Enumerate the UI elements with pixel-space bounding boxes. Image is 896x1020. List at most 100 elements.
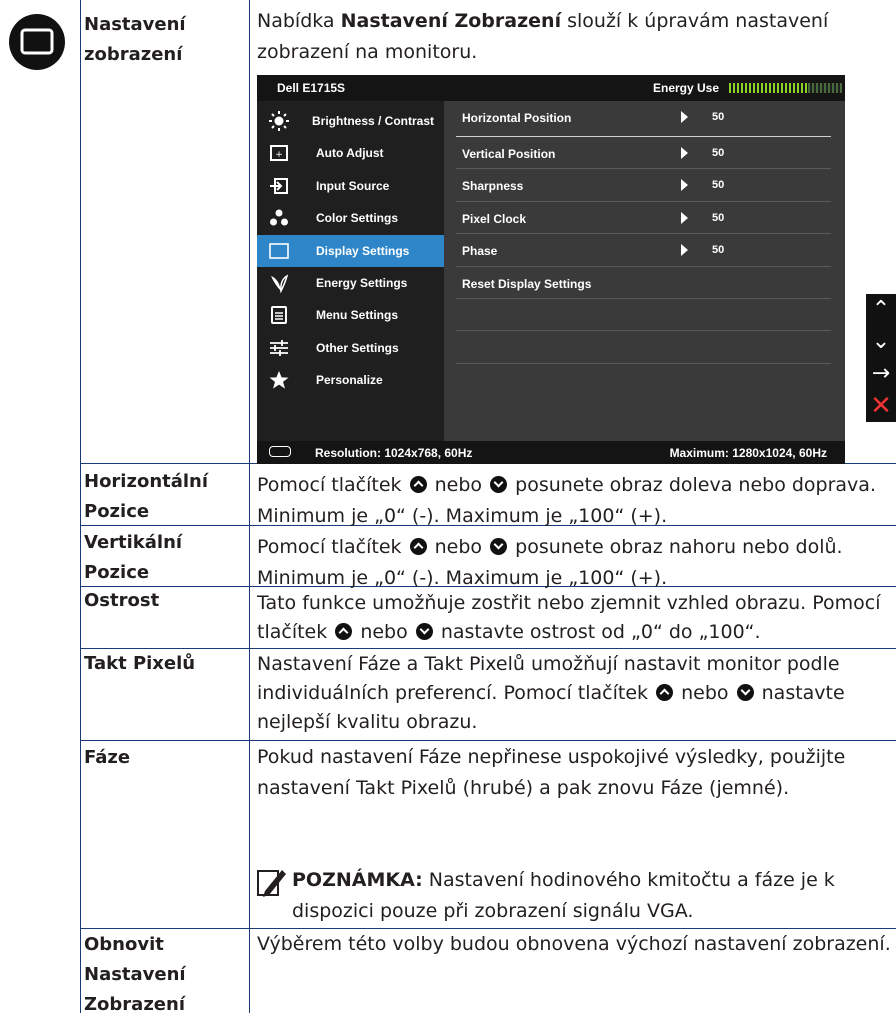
osd-main-menu: Brightness / Contrast + Auto Adjust Inpu… <box>257 105 444 397</box>
setting-label: Horizontal Position <box>462 111 572 125</box>
osd-item-label: Brightness / Contrast <box>312 114 435 128</box>
right-arrow-icon <box>681 111 688 123</box>
osd-footer: Resolution: 1024x768, 60Hz Maximum: 1280… <box>257 441 845 464</box>
row-text: nastavte ostrost od „0“ do „100“. <box>434 621 761 643</box>
row-text-pixel-clock: Nastavení Fáze a Takt Pixelů umožňují na… <box>257 650 892 737</box>
row-text-sharpness: Tato funkce umožňuje zostřit nebo zjemni… <box>257 589 892 647</box>
setting-value: 50 <box>712 211 725 224</box>
note-text: POZNÁMKA: Nastavení hodinového kmitočtu … <box>292 865 892 927</box>
row-text-horizontal-position: Pomocí tlačítek nebo posunete obraz dole… <box>257 470 892 532</box>
osd-item-personalize[interactable]: Personalize <box>257 364 444 396</box>
osd-setting-reset[interactable]: Reset Display Settings <box>456 267 831 299</box>
right-arrow-icon <box>681 147 688 159</box>
osd-item-label: Energy Settings <box>316 275 408 290</box>
row-text-reset-display: Výběrem této volby budou obnovena výchoz… <box>257 933 891 955</box>
row-label-reset-display: Obnovit Nastavení Zobrazení <box>84 934 186 1015</box>
osd-item-input-source[interactable]: Input Source <box>257 170 444 202</box>
down-button-icon <box>736 684 754 701</box>
setting-value: 50 <box>712 111 725 123</box>
osd-item-label: Auto Adjust <box>316 146 384 161</box>
osd-resolution: Resolution: 1024x768, 60Hz <box>315 446 473 460</box>
osd-item-label: Display Settings <box>316 243 410 258</box>
star-icon <box>269 371 289 389</box>
intro-text: Nabídka <box>257 10 341 32</box>
setting-value: 50 <box>712 179 725 192</box>
row-label-pixel-clock: Takt Pixelů <box>84 653 196 674</box>
down-button-icon <box>415 623 433 640</box>
osd-setting-vertical-position[interactable]: Vertical Position 50 <box>456 137 831 170</box>
row-text: nebo <box>354 621 414 643</box>
monitor-circle-icon <box>9 14 65 70</box>
chevron-down-icon[interactable]: ⌄ <box>866 326 896 358</box>
row-label-display-settings: Nastavení zobrazení <box>84 14 186 65</box>
chevron-up-icon[interactable]: ⌃ <box>866 294 896 326</box>
row-text: nebo <box>428 536 489 558</box>
right-arrow-icon <box>681 179 688 192</box>
osd-menu-screenshot: Dell E1715S Energy Use Brightness / Cont… <box>257 75 845 464</box>
osd-item-label: Input Source <box>316 178 390 193</box>
input-source-icon <box>270 177 288 194</box>
osd-empty-row <box>456 331 831 364</box>
color-dots-icon <box>270 209 288 226</box>
setting-label: Reset Display Settings <box>462 276 592 291</box>
monitor-side-keys: ⌃ ⌄ → ✕ <box>866 294 896 422</box>
svg-text:+: + <box>275 150 283 160</box>
osd-item-label: Personalize <box>316 373 383 388</box>
row-divider <box>80 740 896 741</box>
up-button-icon <box>409 476 427 493</box>
sun-icon <box>269 111 289 131</box>
row-label-vertical-position: Vertikální Pozice <box>84 532 183 583</box>
setting-label: Phase <box>462 244 498 259</box>
row-text: nebo <box>675 682 735 704</box>
sliders-icon <box>270 339 288 356</box>
osd-item-brightness[interactable]: Brightness / Contrast <box>257 105 444 137</box>
osd-setting-pixel-clock[interactable]: Pixel Clock 50 <box>456 202 831 235</box>
osd-item-label: Other Settings <box>316 340 399 355</box>
auto-adjust-icon: + <box>270 145 288 162</box>
osd-setting-sharpness[interactable]: Sharpness 50 <box>456 169 831 202</box>
osd-model: Dell E1715S <box>277 81 346 95</box>
row-text-phase: Pokud nastavení Fáze nepřinese uspokojiv… <box>257 746 846 799</box>
pencil-note-icon <box>257 870 286 897</box>
osd-item-energy-settings[interactable]: Energy Settings <box>257 267 444 299</box>
osd-setting-phase[interactable]: Phase 50 <box>456 234 831 267</box>
osd-setting-horizontal-position[interactable]: Horizontal Position 50 <box>456 101 831 137</box>
vga-connector-icon <box>269 446 291 457</box>
row-label-sharpness: Ostrost <box>84 590 160 611</box>
osd-item-color-settings[interactable]: Color Settings <box>257 202 444 234</box>
osd-header: Dell E1715S Energy Use <box>257 75 845 101</box>
row-label-phase: Fáze <box>84 747 131 768</box>
row-text: Tato funkce umožňuje zostřit nebo zjemni… <box>257 592 807 614</box>
leaf-icon <box>271 274 289 293</box>
row-text: Pomocí tlačítek <box>257 536 408 558</box>
setting-label: Pixel Clock <box>462 211 527 226</box>
osd-maximum: Maximum: 1280x1024, 60Hz <box>669 446 827 460</box>
setting-value: 50 <box>712 147 725 159</box>
osd-item-auto-adjust[interactable]: + Auto Adjust <box>257 137 444 169</box>
osd-empty-row <box>456 299 831 332</box>
up-button-icon <box>656 684 674 701</box>
osd-item-label: Menu Settings <box>316 308 399 323</box>
osd-submenu-panel: Horizontal Position 50 Vertical Position… <box>444 101 845 441</box>
row-text-display-settings: Nabídka Nastavení Zobrazení slouží k úpr… <box>257 6 892 68</box>
row-text: nebo <box>428 474 489 496</box>
up-button-icon <box>335 623 353 640</box>
display-rect-icon <box>269 242 289 259</box>
row-text: Pomocí tlačítek <box>257 474 408 496</box>
setting-label: Vertical Position <box>462 147 556 161</box>
osd-item-other-settings[interactable]: Other Settings <box>257 332 444 364</box>
right-arrow-icon <box>681 211 688 224</box>
osd-energy-label: Energy Use <box>653 81 720 95</box>
setting-label: Sharpness <box>462 179 524 194</box>
osd-item-menu-settings[interactable]: Menu Settings <box>257 299 444 331</box>
intro-bold: Nastavení Zobrazení <box>340 10 562 32</box>
down-button-icon <box>490 476 508 493</box>
arrow-right-icon[interactable]: → <box>866 358 896 390</box>
close-icon[interactable]: ✕ <box>866 390 896 422</box>
down-button-icon <box>490 538 508 555</box>
row-label-horizontal-position: Horizontální Pozice <box>84 471 209 522</box>
osd-item-display-settings[interactable]: Display Settings <box>257 234 444 267</box>
up-button-icon <box>409 538 427 555</box>
table-border-left <box>80 0 81 1013</box>
note-label: POZNÁMKA: <box>292 869 423 891</box>
